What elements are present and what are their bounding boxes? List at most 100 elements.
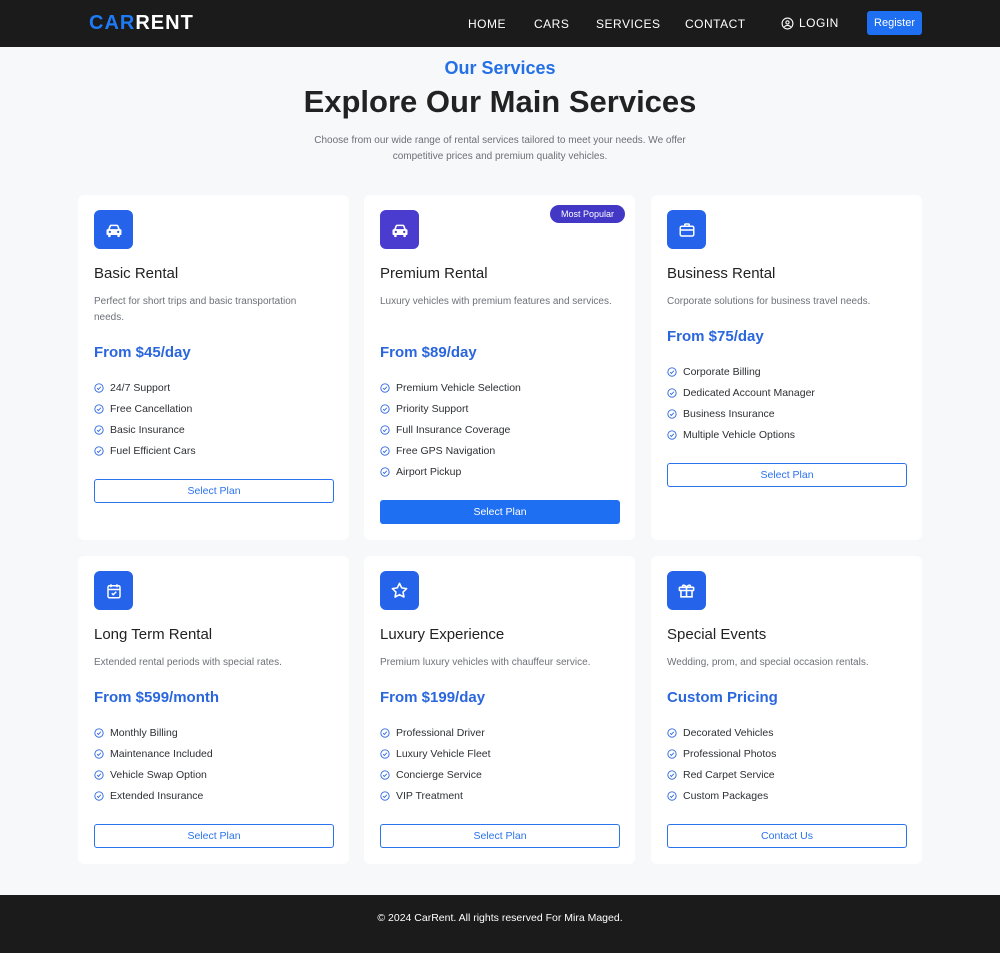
login-label: LOGIN <box>799 16 839 30</box>
card-price: From $599/month <box>94 689 220 706</box>
feature-list: Corporate Billing Dedicated Account Mana… <box>667 361 815 445</box>
feature-item: 24/7 Support <box>94 377 196 398</box>
feature-item: Free GPS Navigation <box>380 440 521 461</box>
check-circle-icon <box>94 403 104 414</box>
check-circle-icon <box>380 769 390 780</box>
check-circle-icon <box>667 727 677 738</box>
select-plan-button[interactable]: Select Plan <box>380 824 620 848</box>
check-circle-icon <box>380 790 390 801</box>
feature-item: Priority Support <box>380 398 521 419</box>
card-description: Extended rental periods with special rat… <box>94 657 282 668</box>
feature-item: Luxury Vehicle Fleet <box>380 743 491 764</box>
service-card-basic-rental: Basic Rental Perfect for short trips and… <box>78 195 349 540</box>
car-icon <box>106 224 121 237</box>
check-circle-icon <box>380 748 390 759</box>
check-circle-icon <box>380 382 390 393</box>
card-icon-box <box>380 210 419 249</box>
card-price: From $45/day <box>94 344 191 361</box>
contact-us-button[interactable]: Contact Us <box>667 824 907 848</box>
feature-item: Corporate Billing <box>667 361 815 382</box>
service-card-long-term-rental: Long Term Rental Extended rental periods… <box>78 556 349 864</box>
feature-item: Dedicated Account Manager <box>667 382 815 403</box>
check-circle-icon <box>667 366 677 377</box>
feature-item: Airport Pickup <box>380 461 521 482</box>
card-title: Premium Rental <box>380 265 488 282</box>
register-button[interactable]: Register <box>867 11 922 35</box>
nav-link-services[interactable]: SERVICES <box>596 17 660 31</box>
feature-item: Professional Driver <box>380 722 491 743</box>
card-description: Wedding, prom, and special occasion rent… <box>667 657 869 668</box>
check-circle-icon <box>380 424 390 435</box>
calendar-check-icon <box>106 583 121 598</box>
service-card-special-events: Special Events Wedding, prom, and specia… <box>651 556 922 864</box>
check-circle-icon <box>667 387 677 398</box>
page-title: Explore Our Main Services <box>303 84 697 119</box>
check-circle-icon <box>94 382 104 393</box>
card-price: From $199/day <box>380 689 486 706</box>
check-circle-icon <box>94 445 104 456</box>
card-title: Long Term Rental <box>94 626 213 643</box>
select-plan-button[interactable]: Select Plan <box>94 824 334 848</box>
check-circle-icon <box>94 790 104 801</box>
check-circle-icon <box>380 403 390 414</box>
feature-item: Business Insurance <box>667 403 815 424</box>
feature-item: Free Cancellation <box>94 398 196 419</box>
feature-item: Vehicle Swap Option <box>94 764 213 785</box>
check-circle-icon <box>667 429 677 440</box>
feature-item: Professional Photos <box>667 743 776 764</box>
check-circle-icon <box>94 727 104 738</box>
feature-item: Premium Vehicle Selection <box>380 377 521 398</box>
user-circle-icon <box>781 17 794 29</box>
check-circle-icon <box>667 790 677 801</box>
star-icon <box>391 582 408 598</box>
nav-link-cars[interactable]: CARS <box>534 17 569 31</box>
card-description: Perfect for short trips and basic transp… <box>94 296 297 323</box>
footer: © 2024 CarRent. All rights reserved For … <box>0 895 1000 953</box>
card-icon-box <box>94 571 133 610</box>
card-title: Basic Rental <box>94 265 179 282</box>
feature-item: Basic Insurance <box>94 419 196 440</box>
card-description: Luxury vehicles with premium features an… <box>380 296 612 307</box>
copyright-text: © 2024 CarRent. All rights reserved For … <box>377 912 623 924</box>
check-circle-icon <box>667 769 677 780</box>
check-circle-icon <box>667 408 677 419</box>
select-plan-button[interactable]: Select Plan <box>380 500 620 524</box>
feature-item: Red Carpet Service <box>667 764 776 785</box>
feature-list: Professional Driver Luxury Vehicle Fleet… <box>380 722 491 806</box>
card-title: Business Rental <box>667 265 776 282</box>
select-plan-button[interactable]: Select Plan <box>667 463 907 487</box>
card-price: From $89/day <box>380 344 477 361</box>
card-icon-box <box>667 210 706 249</box>
feature-list: 24/7 Support Free Cancellation Basic Ins… <box>94 377 196 461</box>
check-circle-icon <box>94 748 104 759</box>
feature-list: Premium Vehicle Selection Priority Suppo… <box>380 377 521 482</box>
feature-list: Decorated Vehicles Professional Photos R… <box>667 722 776 806</box>
card-price: From $75/day <box>667 328 764 345</box>
briefcase-icon <box>679 222 694 237</box>
gift-icon <box>678 584 695 598</box>
card-description: Premium luxury vehicles with chauffeur s… <box>380 657 591 668</box>
nav-link-contact[interactable]: CONTACT <box>685 17 746 31</box>
card-description: Corporate solutions for business travel … <box>667 296 871 307</box>
service-card-luxury-experience: Luxury Experience Premium luxury vehicle… <box>364 556 635 864</box>
check-circle-icon <box>94 769 104 780</box>
navbar: CARRENT HOME CARS SERVICES CONTACT LOGIN… <box>0 0 1000 47</box>
card-title: Special Events <box>667 626 767 643</box>
car-icon <box>392 224 407 237</box>
card-icon-box <box>667 571 706 610</box>
card-icon-box <box>94 210 133 249</box>
feature-item: Concierge Service <box>380 764 491 785</box>
feature-item: Decorated Vehicles <box>667 722 776 743</box>
feature-item: Custom Packages <box>667 785 776 806</box>
select-plan-button[interactable]: Select Plan <box>94 479 334 503</box>
check-circle-icon <box>667 748 677 759</box>
feature-item: Fuel Efficient Cars <box>94 440 196 461</box>
logo[interactable]: CARRENT <box>89 12 194 35</box>
service-card-premium-rental: Most Popular Premium Rental Luxury vehic… <box>364 195 635 540</box>
feature-item: VIP Treatment <box>380 785 491 806</box>
nav-link-home[interactable]: HOME <box>468 17 506 31</box>
login-link[interactable]: LOGIN <box>781 16 839 30</box>
card-price: Custom Pricing <box>667 689 778 706</box>
check-circle-icon <box>380 466 390 477</box>
feature-item: Extended Insurance <box>94 785 213 806</box>
